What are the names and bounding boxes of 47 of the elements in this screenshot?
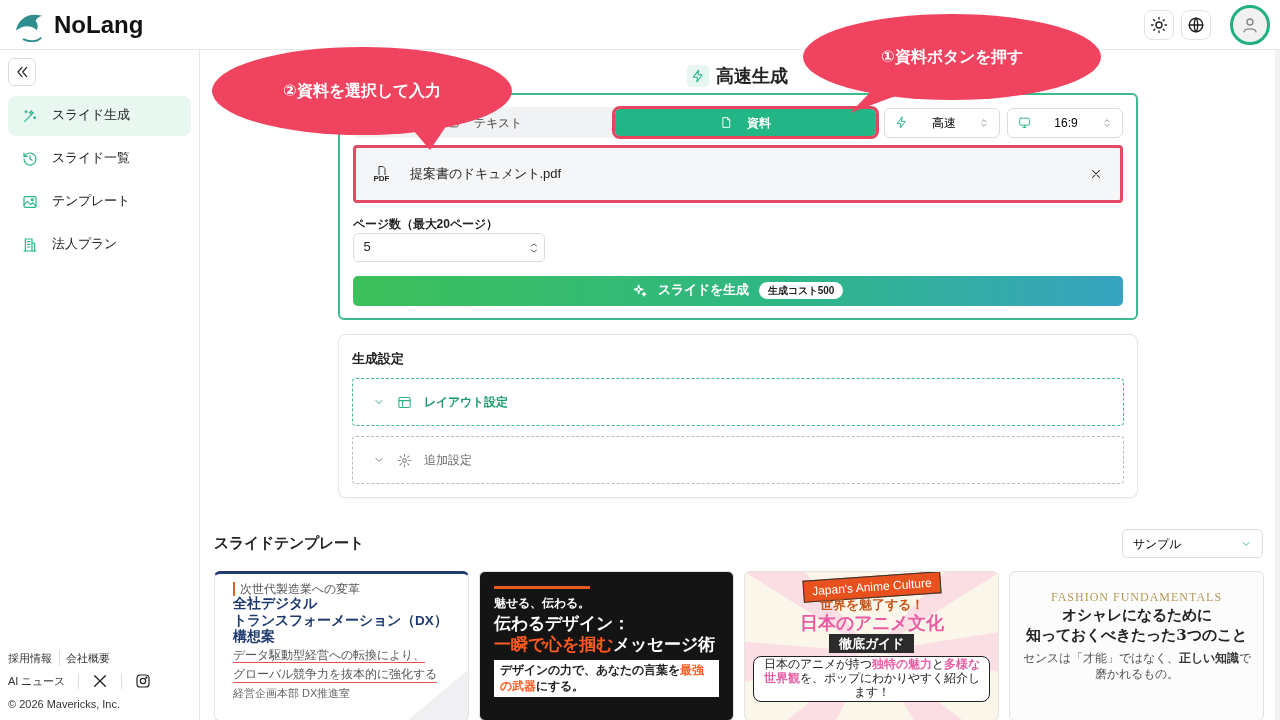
slide-title-text: 構想案 xyxy=(233,628,276,645)
slide-title-text: オシャレになるために xyxy=(1060,606,1213,626)
sample-filter-select[interactable]: サンプル xyxy=(1122,529,1263,558)
slide-description-text: データ駆動型経営への転換により、 xyxy=(233,647,425,664)
sidebar-item[interactable]: スライド一覧 xyxy=(8,138,191,179)
slide-description-text: センスは「才能」ではなく、正しい知識で磨かれるもの。 xyxy=(1021,651,1252,683)
slide-kicker-text: FASHION FUNDAMENTALS xyxy=(1049,589,1224,606)
slide-description-text: デザインの力で、あなたの言葉を最強の武器にする。 xyxy=(494,660,719,698)
copyright-text: © 2026 Mavericks, Inc. xyxy=(8,696,122,712)
slide-title-text: 伝わるデザイン： xyxy=(494,612,631,634)
generate-slides-button[interactable]: スライドを生成 生成コスト500 xyxy=(352,275,1123,306)
pdf-file-icon: PDF xyxy=(371,164,392,183)
slide-description-text: 日本のアニメが持つ独特の魅力と多様な世界観を、ポップにわかりやすく紹介します！ xyxy=(753,656,990,702)
page-count-input[interactable]: 5 xyxy=(352,232,545,262)
template-card[interactable]: FASHION FUNDAMENTALS オシャレになるために 知っておくべきたった3つのこと センスは「才能」ではなく、正しい知識で磨かれるもの。 xyxy=(1009,571,1264,720)
cost-badge: 生成コスト500 xyxy=(758,282,844,299)
slide-title-text: トランスフォーメーション（DX） xyxy=(233,612,449,629)
slide-kicker-text: 魅せる、伝わる。 xyxy=(494,586,590,612)
template-card[interactable]: 魅せる、伝わる。 伝わるデザイン： 一瞬で心を掴むメッセージ術 デザインの力で、あなたの言葉を最強の武器にする。 xyxy=(479,571,734,720)
template-card[interactable]: 次世代製造業への変革 全社デジタル トランスフォーメーション（DX） 構想案 データ駆動型経営への転換により、 グローバル競争力を抜本的に強化する 経営企画本部 DX推進室 xyxy=(214,571,469,720)
callout-tooltip-text: ①資料ボタンを押す xyxy=(881,47,1023,67)
sidebar-item[interactable]: テンプレート xyxy=(8,181,191,222)
slide-title-text: 知っておくべきたった3つのこと xyxy=(1025,625,1248,645)
footer-link[interactable]: 会社概要 xyxy=(66,649,110,666)
callout-tooltip-text: ②資料を選択して入力 xyxy=(283,81,441,101)
select-field[interactable]: 16:9 xyxy=(1006,107,1123,138)
sidebar-item[interactable]: 法人プラン xyxy=(8,224,191,265)
logo-text: NoLang xyxy=(54,9,144,40)
file-name: 提案書のドキュメント.pdf xyxy=(409,164,562,183)
section-title: スライドテンプレート xyxy=(214,533,364,554)
sidebar-item[interactable]: スライド生成 xyxy=(8,95,191,136)
slide-banner-text: 徹底ガイド xyxy=(829,633,914,654)
select-field[interactable]: 高速 xyxy=(884,107,1000,138)
page-count-label: ページ数（最大20ページ） xyxy=(352,215,499,233)
slide-title-text: 全社デジタル xyxy=(233,596,318,613)
slide-description-text: グローバル競争力を抜本的に強化する xyxy=(233,667,437,683)
page-title: 高速生成 xyxy=(715,64,788,88)
slide-title-text: 一瞬で心を掴むメッセージ術 xyxy=(494,633,716,655)
footer-link[interactable]: 採用情報 xyxy=(8,649,52,666)
slide-author-text: 経営企画本部 DX推進室 xyxy=(233,686,352,701)
slide-kicker-text: 次世代製造業への変革 xyxy=(233,582,450,597)
settings-title: 生成設定 xyxy=(351,349,405,368)
template-card[interactable]: Japan's Anime Culture 世界を魅了する！ 日本のアニメ文化 徹底ガイド 日本のアニメが持つ独特の魅力と多様な世界観を、ポップにわかりやすく紹介します！ xyxy=(744,571,999,720)
slide-title-text: 日本のアニメ文化 xyxy=(798,612,945,634)
settings-accordion[interactable]: レイアウト設定 xyxy=(351,378,1124,426)
news-link[interactable]: AI ニュース xyxy=(8,672,66,689)
settings-accordion[interactable]: 追加設定 xyxy=(351,436,1124,484)
